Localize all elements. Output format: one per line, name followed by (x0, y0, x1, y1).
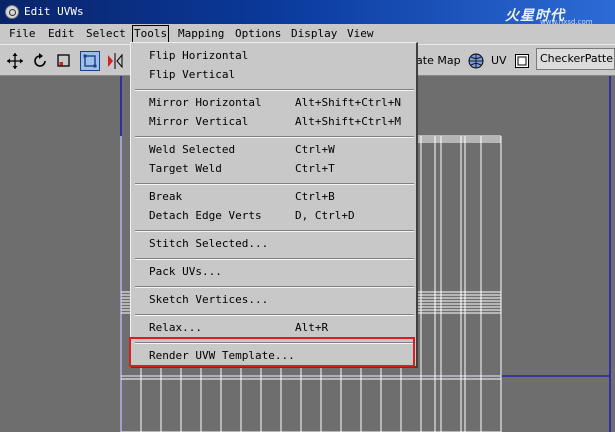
globe-icon[interactable] (468, 53, 484, 69)
menu-item-label: Flip Vertical (149, 68, 236, 81)
menu-item-label: Detach Edge Verts (149, 209, 262, 222)
uv-label: UV (491, 54, 507, 67)
menu-item-shortcut: Ctrl+W (295, 143, 335, 156)
menu-item-flip-vertical[interactable]: Flip Vertical (131, 66, 415, 84)
menu-item-label: Weld Selected (149, 143, 236, 156)
menu-item-mirror-horizontal[interactable]: Mirror Horizontal Alt+Shift+Ctrl+N (131, 94, 415, 112)
menu-item-pack-uvs[interactable]: Pack UVs... (131, 263, 415, 281)
menu-item-shortcut: Alt+Shift+Ctrl+M (295, 115, 401, 128)
menu-item-mirror-vertical[interactable]: Mirror Vertical Alt+Shift+Ctrl+M (131, 113, 415, 131)
menu-mapping[interactable]: Mapping (177, 27, 225, 41)
freeform-mode-icon[interactable] (80, 51, 100, 71)
menu-item-detach-edge-verts[interactable]: Detach Edge Verts D, Ctrl+D (131, 207, 415, 225)
rotate-icon[interactable] (31, 52, 49, 70)
highlight-annotation (129, 337, 415, 367)
menu-item-weld-selected[interactable]: Weld Selected Ctrl+W (131, 141, 415, 159)
scale-icon[interactable] (56, 52, 74, 70)
menu-item-label: Sketch Vertices... (149, 293, 269, 306)
menu-item-label: Break (149, 190, 183, 203)
menu-item-relax[interactable]: Relax... Alt+R (131, 319, 415, 337)
menu-select[interactable]: Select (85, 27, 127, 41)
move-icon[interactable] (6, 52, 24, 70)
checker-pattern-dropdown[interactable]: CheckerPattern (536, 48, 615, 70)
app-icon (5, 5, 19, 19)
menu-item-break[interactable]: Break Ctrl+B (131, 188, 415, 206)
mirror-icon[interactable] (106, 52, 124, 70)
menu-item-sketch-vertices[interactable]: Sketch Vertices... (131, 291, 415, 309)
menu-item-shortcut: Ctrl+B (295, 190, 335, 203)
menu-separator (135, 286, 414, 288)
menu-separator (135, 89, 414, 91)
window-title: Edit UVWs (24, 5, 84, 18)
menu-item-target-weld[interactable]: Target Weld Ctrl+T (131, 160, 415, 178)
menu-file[interactable]: File (8, 27, 37, 41)
menu-view[interactable]: View (346, 27, 375, 41)
menu-bar: File Edit Select Tools Mapping Options D… (0, 24, 615, 44)
menu-item-stitch-selected[interactable]: Stitch Selected... (131, 235, 415, 253)
menu-item-label: Mirror Vertical (149, 115, 249, 128)
menu-separator (135, 258, 414, 260)
menu-item-label: Pack UVs... (149, 265, 222, 278)
menu-separator (135, 314, 414, 316)
checkbox-icon[interactable] (515, 54, 529, 68)
menu-edit[interactable]: Edit (47, 27, 76, 41)
menu-item-label: Flip Horizontal (149, 49, 249, 62)
menu-item-flip-horizontal[interactable]: Flip Horizontal (131, 47, 415, 65)
menu-separator (135, 136, 414, 138)
menu-tools[interactable]: Tools (132, 25, 170, 43)
title-bar: Edit UVWs 火星时代 www.hxsd.com (0, 0, 615, 26)
menu-item-shortcut: Alt+Shift+Ctrl+N (295, 96, 401, 109)
menu-item-label: Mirror Horizontal (149, 96, 262, 109)
menu-item-label: Stitch Selected... (149, 237, 269, 250)
menu-display[interactable]: Display (290, 27, 338, 41)
menu-separator (135, 230, 414, 232)
menu-item-label: Target Weld (149, 162, 222, 175)
template-map-label[interactable]: late Map (413, 54, 461, 67)
menu-item-shortcut: Alt+R (295, 321, 329, 334)
menu-separator (135, 183, 414, 185)
menu-item-shortcut: Ctrl+T (295, 162, 335, 175)
menu-item-label: Relax... (149, 321, 202, 334)
menu-options[interactable]: Options (234, 27, 282, 41)
menu-item-shortcut: D, Ctrl+D (295, 209, 355, 222)
tools-dropdown-menu: Flip Horizontal Flip Vertical Mirror Hor… (129, 42, 418, 368)
